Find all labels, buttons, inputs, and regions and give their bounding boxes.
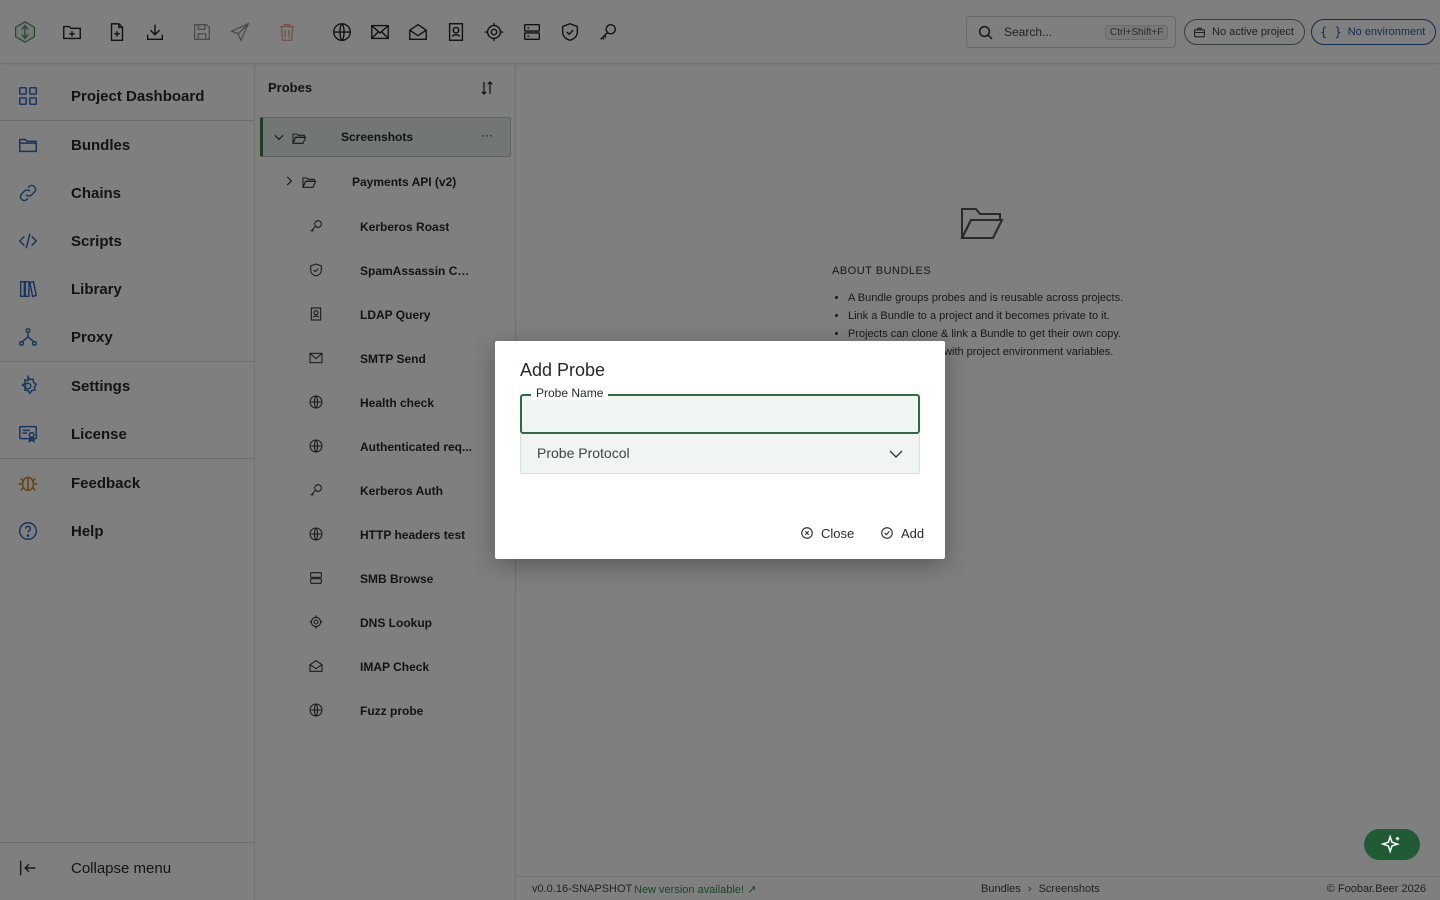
assistant-button[interactable] xyxy=(1364,829,1420,860)
close-button-label: Close xyxy=(821,525,855,541)
probe-name-input[interactable] xyxy=(522,396,918,432)
add-button-label: Add xyxy=(901,525,925,541)
chevron-down-icon xyxy=(889,450,903,458)
sparkle-icon xyxy=(1381,833,1400,854)
check-circle-icon xyxy=(881,527,893,539)
close-button[interactable]: Close xyxy=(800,523,854,543)
probe-protocol-select[interactable]: Probe Protocol xyxy=(520,434,920,474)
close-circle-icon xyxy=(801,527,813,539)
probe-protocol-placeholder: Probe Protocol xyxy=(537,445,630,461)
dialog-title: Add Probe xyxy=(520,360,606,380)
add-probe-dialog: Add Probe Probe Name Probe Protocol Clos… xyxy=(495,341,945,559)
add-button[interactable]: Add xyxy=(880,523,924,543)
probe-name-label: Probe Name xyxy=(531,386,609,400)
probe-name-field[interactable] xyxy=(520,394,920,434)
